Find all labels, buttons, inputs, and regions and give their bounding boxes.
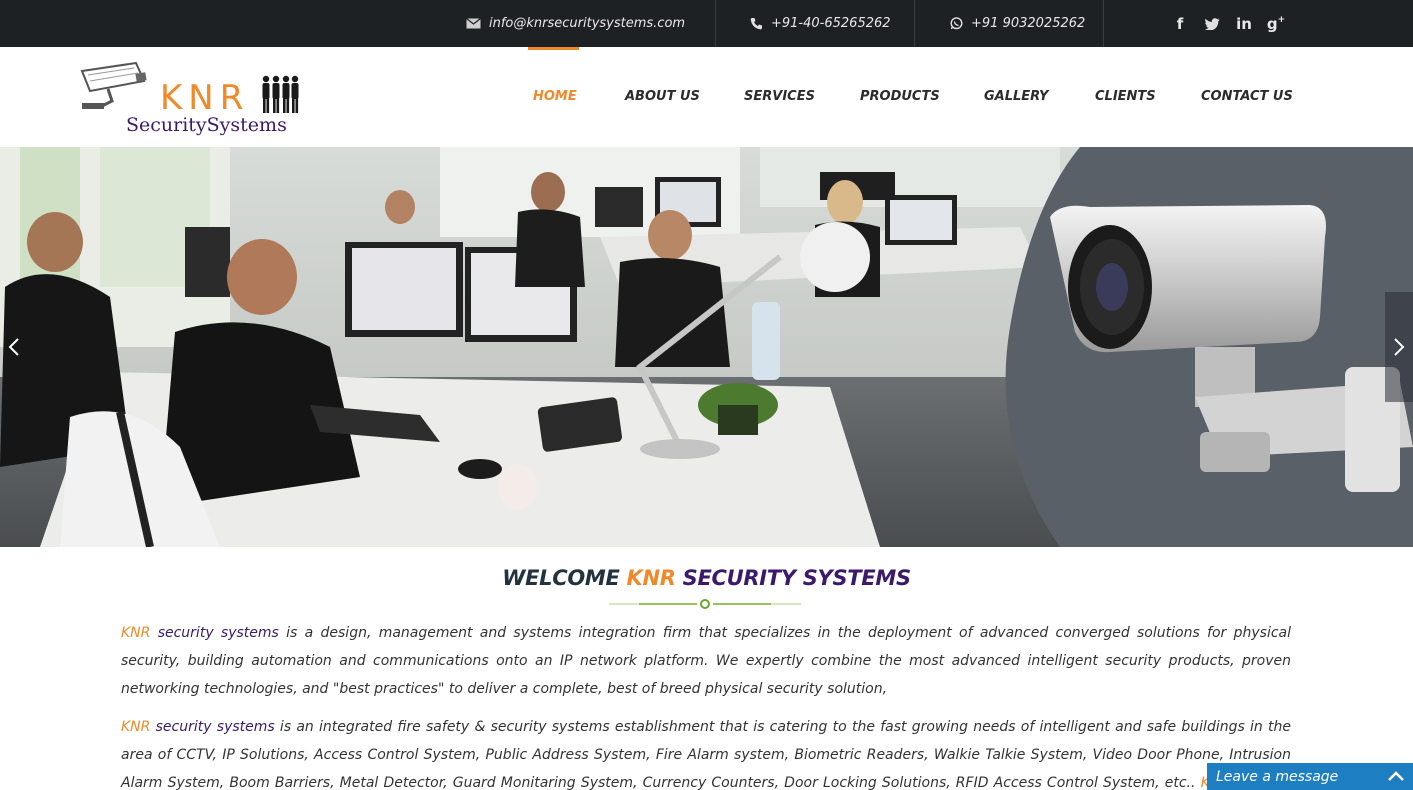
brand-security-systems: security systems <box>155 719 275 735</box>
services-paragraph: KNR security systems is an integrated fi… <box>121 713 1291 790</box>
nav-active-indicator <box>528 47 579 50</box>
nav-products[interactable]: PRODUCTS <box>860 89 940 104</box>
intro-text: is a design, management and systems inte… <box>121 625 1292 697</box>
brand-security-systems: security systems <box>157 625 279 641</box>
heading-divider <box>609 599 801 609</box>
intro-paragraph: KNR security systems is a design, manage… <box>121 619 1291 703</box>
chevron-left-icon <box>8 338 19 356</box>
nav-gallery[interactable]: GALLERY <box>984 89 1048 104</box>
logo[interactable]: KNR SecuritySystems <box>78 59 303 139</box>
phone-text[interactable]: +91-40-65265262 <box>771 16 891 31</box>
social-links: f in g + <box>1164 0 1292 47</box>
separator <box>1103 0 1104 47</box>
whatsapp-text[interactable]: +91 9032025262 <box>971 16 1085 31</box>
google-plus-icon[interactable]: g + <box>1260 15 1292 33</box>
leave-message-widget[interactable]: Leave a message <box>1207 763 1413 790</box>
chevron-up-icon[interactable] <box>1387 768 1405 784</box>
people-silhouette-icon <box>262 75 299 113</box>
brand-knr: KNR <box>121 719 151 735</box>
phone-contact[interactable]: +91-40-65265262 <box>750 0 891 47</box>
logo-brand: KNR <box>160 78 250 118</box>
site-header: KNR SecuritySystems HOME ABOUT US SERVIC… <box>0 47 1413 147</box>
nav-about-us[interactable]: ABOUT US <box>625 89 700 104</box>
leave-message-label: Leave a message <box>1216 768 1339 785</box>
linkedin-icon[interactable]: in <box>1228 15 1260 33</box>
cctv-camera-logo-icon <box>80 61 147 109</box>
separator <box>914 0 915 47</box>
top-bar: info@knrsecuritysystems.com +91-40-65265… <box>0 0 1413 47</box>
email-text[interactable]: info@knrsecuritysystems.com <box>489 16 685 31</box>
envelope-icon <box>466 18 481 29</box>
whatsapp-contact[interactable]: +91 9032025262 <box>950 0 1085 47</box>
whatsapp-icon <box>950 17 963 30</box>
separator <box>715 0 716 47</box>
welcome-word: WELCOME <box>502 566 620 590</box>
slider-next-button[interactable] <box>1385 292 1413 402</box>
nav-services[interactable]: SERVICES <box>744 89 815 104</box>
office-photo <box>0 147 1413 547</box>
nav-home[interactable]: HOME <box>533 89 577 104</box>
chevron-right-icon <box>1394 338 1405 356</box>
phone-icon <box>750 18 762 30</box>
hero-slider <box>0 147 1413 547</box>
logo-tagline: SecuritySystems <box>126 114 287 136</box>
email-contact[interactable]: info@knrsecuritysystems.com <box>466 0 685 47</box>
welcome-heading: WELCOME KNR SECURITY SYSTEMS <box>0 566 1413 590</box>
services-text: is an integrated fire safety & security … <box>121 719 1291 790</box>
twitter-icon[interactable] <box>1196 17 1228 30</box>
brand-knr: KNR <box>121 625 151 641</box>
welcome-brand: KNR <box>626 566 676 590</box>
nav-contact-us[interactable]: CONTACT US <box>1201 89 1293 104</box>
slider-prev-button[interactable] <box>0 292 28 402</box>
nav-clients[interactable]: CLIENTS <box>1095 89 1156 104</box>
welcome-company: SECURITY SYSTEMS <box>682 566 911 590</box>
facebook-icon[interactable]: f <box>1164 15 1196 33</box>
